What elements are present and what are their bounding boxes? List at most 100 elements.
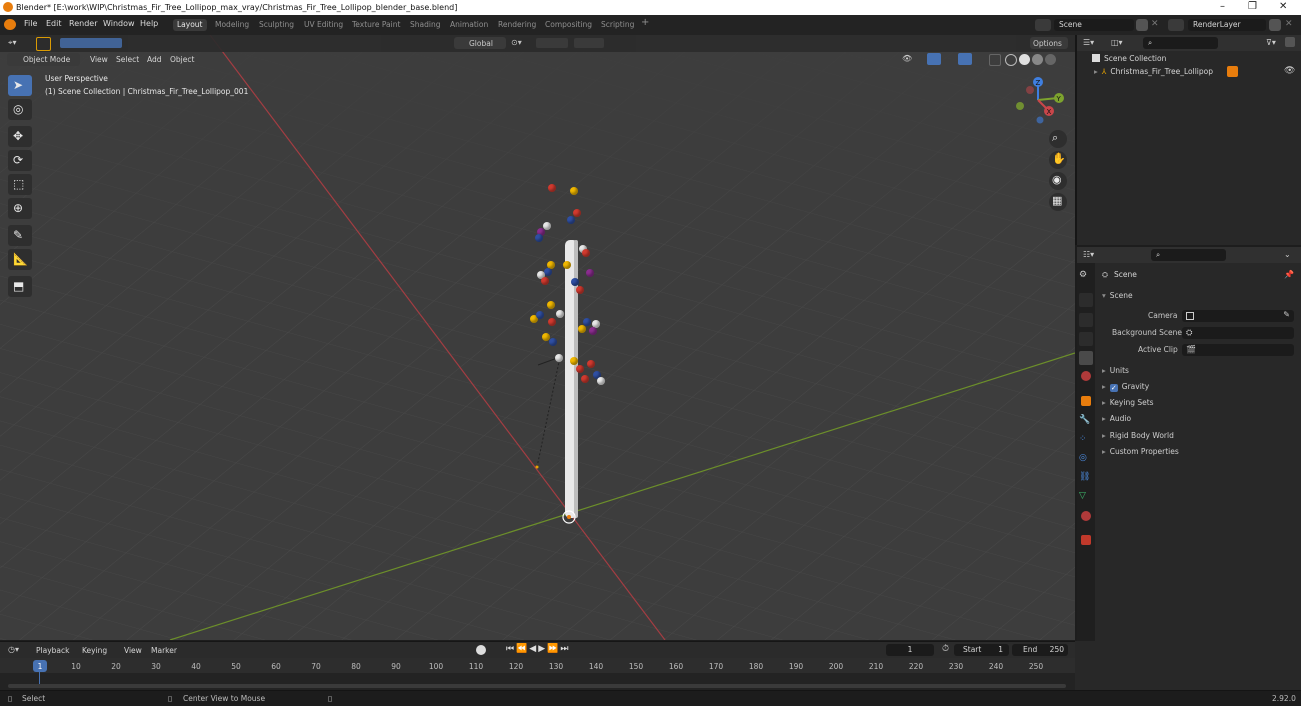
wireframe-shading-icon[interactable] [1005, 54, 1017, 66]
physics-tab-icon[interactable]: ◎ [1079, 453, 1093, 467]
rigid-body-world-section[interactable]: ▸ Rigid Body World [1102, 431, 1174, 440]
tool-tab-icon[interactable]: ⚙ [1079, 270, 1093, 284]
minimize-button[interactable]: – [1220, 1, 1225, 12]
camera-field[interactable]: ✎ [1182, 310, 1294, 322]
timeline-menu-marker[interactable]: Marker [151, 646, 177, 655]
outliner-search[interactable]: ⌕ [1143, 37, 1218, 49]
solid-shading-icon[interactable] [1019, 54, 1030, 65]
menu-edit[interactable]: Edit [46, 19, 62, 28]
tool-transform[interactable]: ⊕ [8, 198, 32, 219]
tab-uv-editing[interactable]: UV Editing [300, 19, 347, 31]
auto-keying-icon[interactable] [476, 645, 486, 655]
new-scene-icon[interactable] [1136, 19, 1148, 31]
scene-browse-icon[interactable] [1035, 19, 1051, 31]
menu-help[interactable]: Help [140, 19, 158, 28]
timeline-editor-icon[interactable]: ◷▾ [8, 645, 19, 654]
modifier-tab-icon[interactable]: 🔧 [1079, 415, 1093, 429]
menu-file[interactable]: File [24, 19, 37, 28]
renderlayer-browse-icon[interactable] [1168, 19, 1184, 31]
timeline-scrollbar[interactable] [8, 684, 1066, 688]
close-button[interactable]: ✕ [1279, 1, 1287, 12]
eye-icon[interactable]: 👁 [1284, 66, 1295, 76]
audio-section[interactable]: ▸ Audio [1102, 414, 1131, 423]
transform-orientation[interactable]: Global [454, 37, 506, 49]
custom-properties-section[interactable]: ▸ Custom Properties [1102, 447, 1179, 456]
delete-scene-icon[interactable]: ✕ [1151, 19, 1159, 29]
zoom-button[interactable]: ⌕ [1049, 130, 1067, 148]
pin-icon[interactable]: 📌 [1284, 270, 1294, 279]
object-mode-select[interactable]: Object Mode [7, 53, 80, 66]
tab-scripting[interactable]: Scripting [597, 19, 638, 31]
object-data-icon[interactable] [1227, 66, 1238, 77]
tool-scale[interactable]: ⬚ [8, 174, 32, 195]
options-button[interactable]: Options [1030, 37, 1068, 49]
blender-menu-icon[interactable] [4, 19, 16, 30]
texture-tab-icon[interactable] [1081, 535, 1091, 545]
particles-tab-icon[interactable]: ⁘ [1079, 434, 1093, 448]
renderlayer-field[interactable]: RenderLayer [1188, 19, 1266, 31]
scene-section-header[interactable]: ▾ Scene [1102, 291, 1133, 300]
camera-view-button[interactable]: ◉ [1049, 172, 1067, 190]
gizmo-toggle-icon[interactable] [927, 53, 941, 65]
viewport-menu-view[interactable]: View [90, 55, 108, 64]
menu-render[interactable]: Render [69, 19, 97, 28]
overlay-toggle-icon[interactable] [958, 53, 972, 65]
tool-cursor[interactable]: ◎ [8, 99, 32, 120]
tool-add-cube[interactable]: ⬒ [8, 276, 32, 297]
properties-options-icon[interactable]: ⌄ [1284, 250, 1291, 259]
viewport-menu-add[interactable]: Add [147, 55, 162, 64]
visibility-icon[interactable]: 👁 [902, 54, 920, 65]
properties-search[interactable]: ⌕ [1151, 249, 1226, 261]
tool-select-box[interactable]: ➤ [8, 75, 32, 96]
scene-field[interactable]: Scene [1054, 19, 1134, 31]
tool-move[interactable]: ✥ [8, 126, 32, 147]
timeline-menu-keying[interactable]: Keying [82, 646, 107, 655]
active-clip-field[interactable]: 🎬 [1182, 344, 1294, 356]
tab-texture-paint[interactable]: Texture Paint [348, 19, 404, 31]
select-tool-icon[interactable] [36, 37, 51, 51]
start-frame-field[interactable]: Start 1 [954, 644, 1009, 656]
data-tab-icon[interactable]: ▽ [1079, 491, 1093, 505]
display-mode-icon[interactable]: ◫▾ [1111, 38, 1123, 47]
restore-button[interactable]: ❐ [1248, 1, 1257, 12]
tool-measure[interactable]: 📐 [8, 249, 32, 270]
ortho-toggle-button[interactable]: ▦ [1049, 193, 1067, 211]
playback-controls[interactable]: ⏮⏪◀▶⏩⏭ [506, 644, 570, 654]
delete-renderlayer-icon[interactable]: ✕ [1285, 19, 1293, 29]
rendered-shading-icon[interactable] [1045, 54, 1056, 65]
render-tab-icon[interactable] [1079, 293, 1093, 307]
viewport-menu-select[interactable]: Select [116, 55, 139, 64]
outliner-editor-icon[interactable]: ☰▾ [1083, 38, 1094, 47]
keying-sets-section[interactable]: ▸ Keying Sets [1102, 398, 1154, 407]
eyedropper-icon[interactable]: ✎ [1283, 310, 1290, 319]
tab-shading[interactable]: Shading [406, 19, 444, 31]
units-section[interactable]: ▸ Units [1102, 366, 1129, 375]
timeline-menu-view[interactable]: View [124, 646, 142, 655]
output-tab-icon[interactable] [1079, 313, 1093, 327]
properties-editor-icon[interactable]: ☷▾ [1083, 250, 1094, 259]
tab-compositing[interactable]: Compositing [541, 19, 596, 31]
view-layer-tab-icon[interactable] [1079, 332, 1093, 346]
tool-rotate[interactable]: ⟳ [8, 150, 32, 171]
tab-layout[interactable]: Layout [173, 19, 207, 31]
preview-range-icon[interactable]: ⏱ [942, 644, 949, 654]
tab-rendering[interactable]: Rendering [494, 19, 540, 31]
outliner-row-object[interactable]: ▸ ⅄ Christmas_Fir_Tree_Lollipop [1094, 67, 1213, 76]
navigation-gizmo[interactable]: Z Y X [1010, 76, 1070, 126]
editor-type-icon[interactable]: ⌖▾ [8, 38, 26, 49]
scene-tab-icon[interactable] [1079, 351, 1093, 365]
tool-annotate[interactable]: ✎ [8, 225, 32, 246]
tab-modeling[interactable]: Modeling [211, 19, 253, 31]
add-workspace-button[interactable]: + [637, 17, 653, 29]
current-frame-field[interactable]: 1 [886, 644, 934, 656]
background-scene-field[interactable]: ⛭ [1182, 327, 1294, 339]
tab-animation[interactable]: Animation [446, 19, 492, 31]
snapping-icon[interactable] [536, 38, 568, 48]
new-renderlayer-icon[interactable] [1269, 19, 1281, 31]
proportional-editing-icon[interactable] [574, 38, 604, 48]
menu-window[interactable]: Window [103, 19, 135, 28]
constraints-tab-icon[interactable]: ⛓ [1079, 472, 1093, 486]
world-tab-icon[interactable] [1081, 371, 1091, 381]
viewport-menu-object[interactable]: Object [170, 55, 194, 64]
timeline-menu-playback[interactable]: Playback [36, 646, 69, 655]
